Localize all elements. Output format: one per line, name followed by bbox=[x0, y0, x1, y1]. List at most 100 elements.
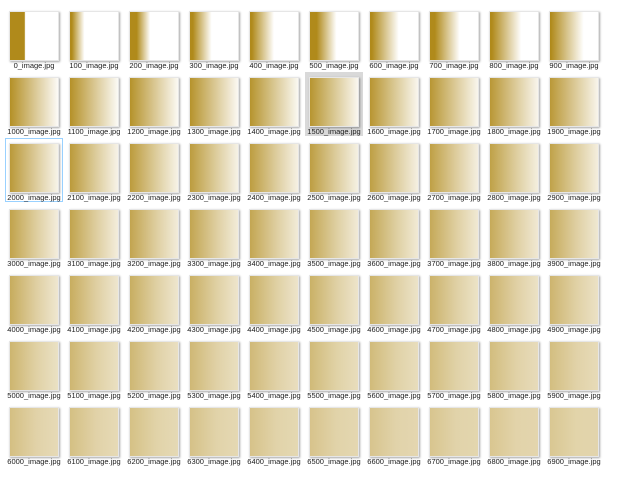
file-thumbnail bbox=[549, 341, 599, 391]
file-item[interactable]: 4400_image.jpg bbox=[245, 270, 303, 334]
file-item[interactable]: 3100_image.jpg bbox=[65, 204, 123, 268]
file-name-label: 4700_image.jpg bbox=[427, 325, 481, 334]
file-item[interactable]: 5900_image.jpg bbox=[545, 336, 603, 400]
file-thumbnail bbox=[189, 407, 239, 457]
file-thumbnail bbox=[489, 77, 539, 127]
file-item[interactable]: 6000_image.jpg bbox=[5, 402, 63, 466]
file-item[interactable]: 2600_image.jpg bbox=[365, 138, 423, 202]
file-item[interactable]: 4900_image.jpg bbox=[545, 270, 603, 334]
file-item[interactable]: 1100_image.jpg bbox=[65, 72, 123, 136]
file-item[interactable]: 1500_image.jpg bbox=[305, 72, 363, 136]
file-item[interactable]: 4700_image.jpg bbox=[425, 270, 483, 334]
file-item[interactable]: 100_image.jpg bbox=[65, 6, 123, 70]
file-item[interactable]: 3600_image.jpg bbox=[365, 204, 423, 268]
file-item[interactable]: 6200_image.jpg bbox=[125, 402, 183, 466]
file-item[interactable]: 3400_image.jpg bbox=[245, 204, 303, 268]
file-item[interactable]: 6700_image.jpg bbox=[425, 402, 483, 466]
file-item[interactable]: 6600_image.jpg bbox=[365, 402, 423, 466]
file-item[interactable]: 4800_image.jpg bbox=[485, 270, 543, 334]
file-item[interactable]: 2700_image.jpg bbox=[425, 138, 483, 202]
file-item[interactable]: 2100_image.jpg bbox=[65, 138, 123, 202]
file-item[interactable]: 5600_image.jpg bbox=[365, 336, 423, 400]
file-item[interactable]: 1400_image.jpg bbox=[245, 72, 303, 136]
file-thumbnail bbox=[369, 407, 419, 457]
file-name-label: 2200_image.jpg bbox=[127, 193, 181, 202]
file-name-label: 3900_image.jpg bbox=[547, 259, 601, 268]
file-item[interactable]: 2500_image.jpg bbox=[305, 138, 363, 202]
file-name-label: 6100_image.jpg bbox=[67, 457, 121, 466]
file-thumbnail bbox=[129, 407, 179, 457]
file-thumbnail bbox=[369, 341, 419, 391]
file-item[interactable]: 1300_image.jpg bbox=[185, 72, 243, 136]
file-name-label: 1100_image.jpg bbox=[67, 127, 121, 136]
file-name-label: 1900_image.jpg bbox=[547, 127, 601, 136]
file-item[interactable]: 4100_image.jpg bbox=[65, 270, 123, 334]
file-item[interactable]: 1900_image.jpg bbox=[545, 72, 603, 136]
file-name-label: 700_image.jpg bbox=[429, 61, 479, 70]
file-item[interactable]: 3700_image.jpg bbox=[425, 204, 483, 268]
file-item[interactable]: 5700_image.jpg bbox=[425, 336, 483, 400]
file-name-label: 6500_image.jpg bbox=[307, 457, 361, 466]
file-item[interactable]: 1200_image.jpg bbox=[125, 72, 183, 136]
file-item[interactable]: 2300_image.jpg bbox=[185, 138, 243, 202]
file-item[interactable]: 3500_image.jpg bbox=[305, 204, 363, 268]
file-thumbnail bbox=[429, 407, 479, 457]
file-name-label: 5100_image.jpg bbox=[67, 391, 121, 400]
file-thumbnail bbox=[249, 407, 299, 457]
file-item[interactable]: 1000_image.jpg bbox=[5, 72, 63, 136]
file-item[interactable]: 6900_image.jpg bbox=[545, 402, 603, 466]
file-name-label: 3600_image.jpg bbox=[367, 259, 421, 268]
file-item[interactable]: 1800_image.jpg bbox=[485, 72, 543, 136]
file-thumbnail bbox=[549, 209, 599, 259]
file-item[interactable]: 900_image.jpg bbox=[545, 6, 603, 70]
file-item[interactable]: 700_image.jpg bbox=[425, 6, 483, 70]
file-item[interactable]: 1600_image.jpg bbox=[365, 72, 423, 136]
file-thumbnail bbox=[129, 275, 179, 325]
file-item[interactable]: 2400_image.jpg bbox=[245, 138, 303, 202]
file-item[interactable]: 2800_image.jpg bbox=[485, 138, 543, 202]
file-item[interactable]: 4000_image.jpg bbox=[5, 270, 63, 334]
file-item[interactable]: 3000_image.jpg bbox=[5, 204, 63, 268]
file-item[interactable]: 4600_image.jpg bbox=[365, 270, 423, 334]
file-item[interactable]: 5800_image.jpg bbox=[485, 336, 543, 400]
file-item[interactable]: 300_image.jpg bbox=[185, 6, 243, 70]
file-item[interactable]: 5000_image.jpg bbox=[5, 336, 63, 400]
file-item[interactable]: 5300_image.jpg bbox=[185, 336, 243, 400]
file-item[interactable]: 200_image.jpg bbox=[125, 6, 183, 70]
file-item[interactable]: 5400_image.jpg bbox=[245, 336, 303, 400]
file-item[interactable]: 0_image.jpg bbox=[5, 6, 63, 70]
file-item[interactable]: 6300_image.jpg bbox=[185, 402, 243, 466]
file-item[interactable]: 6800_image.jpg bbox=[485, 402, 543, 466]
file-item[interactable]: 3200_image.jpg bbox=[125, 204, 183, 268]
file-item[interactable]: 5100_image.jpg bbox=[65, 336, 123, 400]
file-item[interactable]: 500_image.jpg bbox=[305, 6, 363, 70]
file-item[interactable]: 600_image.jpg bbox=[365, 6, 423, 70]
file-item[interactable]: 400_image.jpg bbox=[245, 6, 303, 70]
file-item[interactable]: 2200_image.jpg bbox=[125, 138, 183, 202]
file-item[interactable]: 5500_image.jpg bbox=[305, 336, 363, 400]
file-item[interactable]: 4200_image.jpg bbox=[125, 270, 183, 334]
file-name-label: 500_image.jpg bbox=[309, 61, 359, 70]
file-item[interactable]: 2000_image.jpg bbox=[5, 138, 63, 202]
file-item[interactable]: 6100_image.jpg bbox=[65, 402, 123, 466]
file-name-label: 5800_image.jpg bbox=[487, 391, 541, 400]
file-item[interactable]: 3900_image.jpg bbox=[545, 204, 603, 268]
file-thumbnail bbox=[309, 11, 359, 61]
file-item[interactable]: 1700_image.jpg bbox=[425, 72, 483, 136]
file-item[interactable]: 800_image.jpg bbox=[485, 6, 543, 70]
file-item[interactable]: 5200_image.jpg bbox=[125, 336, 183, 400]
file-item[interactable]: 3300_image.jpg bbox=[185, 204, 243, 268]
file-item[interactable]: 6500_image.jpg bbox=[305, 402, 363, 466]
file-item[interactable]: 4500_image.jpg bbox=[305, 270, 363, 334]
file-item[interactable]: 3800_image.jpg bbox=[485, 204, 543, 268]
file-item[interactable]: 2900_image.jpg bbox=[545, 138, 603, 202]
file-thumbnail bbox=[189, 341, 239, 391]
file-name-label: 5200_image.jpg bbox=[127, 391, 181, 400]
file-item[interactable]: 4300_image.jpg bbox=[185, 270, 243, 334]
file-name-label: 5500_image.jpg bbox=[307, 391, 361, 400]
file-item[interactable]: 6400_image.jpg bbox=[245, 402, 303, 466]
file-name-label: 6400_image.jpg bbox=[247, 457, 301, 466]
file-name-label: 3300_image.jpg bbox=[187, 259, 241, 268]
file-name-label: 4500_image.jpg bbox=[307, 325, 361, 334]
file-name-label: 2300_image.jpg bbox=[187, 193, 241, 202]
